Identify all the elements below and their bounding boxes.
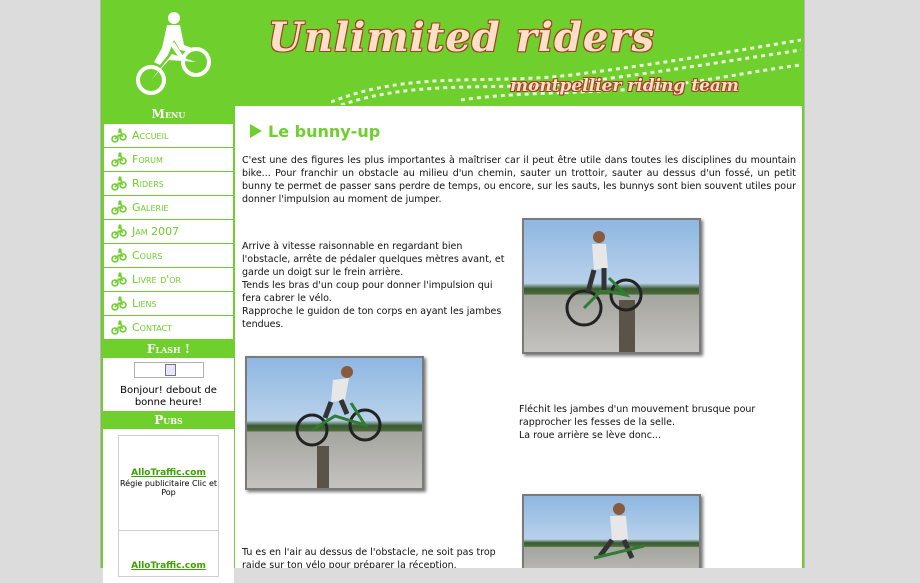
page: Unlimited riders montpellier riding team… xyxy=(100,0,805,583)
bike-icon xyxy=(111,152,127,167)
ad-link[interactable]: AlloTraffic.com xyxy=(119,436,218,478)
bike-icon xyxy=(111,224,127,239)
step-3-text: Tu es en l'air au dessus de l'obstacle, … xyxy=(242,547,496,568)
site-title[interactable]: Unlimited riders xyxy=(268,14,655,61)
sidebar-item-cours[interactable]: Cours xyxy=(104,244,233,268)
main-menu: Accueil Forum Riders Galerie Jam 2007 Co… xyxy=(103,123,234,340)
sidebar-item-accueil[interactable]: Accueil xyxy=(104,124,233,148)
bike-icon xyxy=(111,272,127,287)
site-subtitle: montpellier riding team xyxy=(510,76,739,96)
ad-text: Régie publicitaire Clic et Pop xyxy=(119,479,218,497)
photo-bunny-up-1[interactable] xyxy=(522,218,701,354)
sidebar-item-label: Galerie xyxy=(132,201,169,214)
sidebar-item-label: Jam 2007 xyxy=(132,225,180,238)
sidebar-item-riders[interactable]: Riders xyxy=(104,172,233,196)
sidebar-item-galerie[interactable]: Galerie xyxy=(104,196,233,220)
photo-bunny-up-3[interactable] xyxy=(522,494,701,568)
flash-box: Bonjour! debout de bonne heure! xyxy=(103,358,234,411)
sidebar-item-livre-dor[interactable]: Livre d'or xyxy=(104,268,233,292)
sidebar-item-label: Contact xyxy=(132,321,173,334)
sidebar-item-forum[interactable]: Forum xyxy=(104,148,233,172)
ads-box: AlloTraffic.com Régie publicitaire Clic … xyxy=(103,429,234,583)
cyclist-logo-icon[interactable] xyxy=(134,10,214,100)
flash-heading: Flash ! xyxy=(146,342,191,356)
bike-icon xyxy=(111,200,127,215)
sidebar-item-label: Cours xyxy=(132,249,163,262)
pubs-heading: Pubs xyxy=(154,413,183,427)
article-title: Le bunny-up xyxy=(250,122,380,141)
sidebar-item-label: Livre d'or xyxy=(132,273,182,286)
sidebar-item-contact[interactable]: Contact xyxy=(104,316,233,339)
bike-icon xyxy=(111,320,127,335)
step-2-text: Fléchit les jambes d'un mouvement brusqu… xyxy=(519,404,756,441)
bike-icon xyxy=(111,176,127,191)
ad-block: AlloTraffic.com xyxy=(118,531,219,577)
sidebar-item-label: Riders xyxy=(132,177,164,190)
flash-message: Bonjour! debout de bonne heure! xyxy=(120,385,217,408)
sidebar-item-liens[interactable]: Liens xyxy=(104,292,233,316)
bike-icon xyxy=(111,248,127,263)
bike-icon xyxy=(111,296,127,311)
article-title-text: Le bunny-up xyxy=(268,122,381,141)
step-1-text: Arrive à vitesse raisonnable en regardan… xyxy=(242,241,505,330)
broken-image-icon xyxy=(133,362,204,378)
sidebar-item-label: Liens xyxy=(132,297,157,310)
ad-link[interactable]: AlloTraffic.com xyxy=(119,531,218,571)
menu-heading: Menu xyxy=(151,107,186,121)
main-content: Le bunny-up C'est une des figures les pl… xyxy=(235,106,802,568)
sidebar-item-jam-2007[interactable]: Jam 2007 xyxy=(104,220,233,244)
article-intro: C'est une des figures les plus important… xyxy=(242,155,796,205)
sidebar-item-label: Accueil xyxy=(132,129,169,142)
bike-icon xyxy=(111,128,127,143)
sidebar-item-label: Forum xyxy=(132,153,163,166)
sidebar: Menu Accueil Forum Riders Galerie Jam 20… xyxy=(103,105,234,583)
ad-block: AlloTraffic.com Régie publicitaire Clic … xyxy=(118,435,219,531)
photo-bunny-up-2[interactable] xyxy=(245,356,424,490)
triangle-right-icon xyxy=(250,124,262,138)
